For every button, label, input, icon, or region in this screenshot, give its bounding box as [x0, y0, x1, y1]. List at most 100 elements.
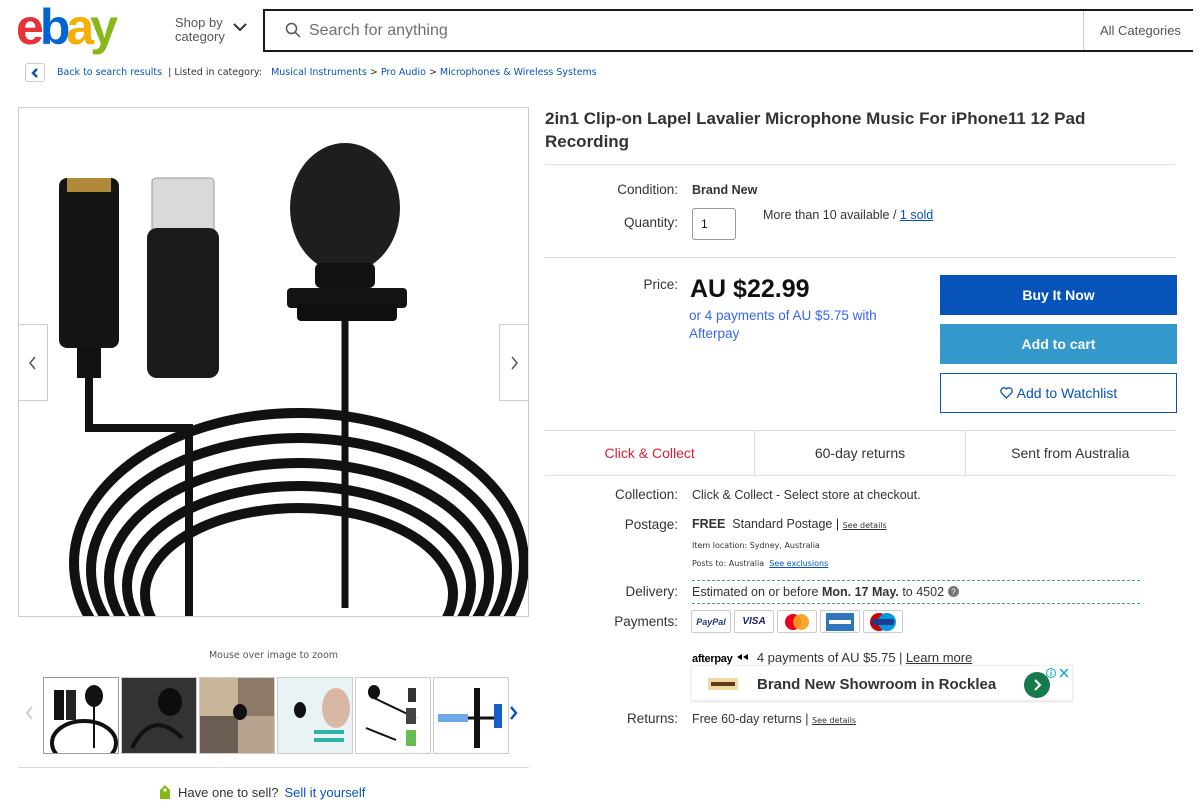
- shop-by-label: Shop by: [175, 15, 223, 30]
- item-title: 2in1 Clip-on Lapel Lavalier Microphone M…: [545, 109, 1086, 151]
- postage-see-details-link[interactable]: See details: [843, 521, 887, 530]
- ad-text: Brand New Showroom in Rocklea: [757, 676, 997, 693]
- zoom-hint: Mouse over image to zoom: [208, 650, 339, 661]
- divider: [692, 603, 1140, 604]
- ebay-logo[interactable]: ebay: [16, 4, 140, 56]
- main-product-image[interactable]: [18, 107, 529, 617]
- sell-prompt: Have one to sell? Sell it yourself: [158, 784, 365, 800]
- microphone-product-image: [59, 143, 528, 616]
- returns-label: Returns:: [626, 711, 678, 726]
- postage-free: FREE: [692, 517, 726, 531]
- divider: [545, 257, 1175, 258]
- thumbnail[interactable]: [199, 677, 275, 754]
- postage-label: Postage:: [624, 517, 678, 532]
- posts-to-text: Posts to: Australia: [692, 559, 765, 568]
- afterpay-logo: afterpay: [692, 653, 733, 665]
- back-to-search-link[interactable]: Back to search results: [57, 67, 162, 78]
- delivery-label: Delivery:: [625, 584, 678, 599]
- postage-type: Standard Postage |: [732, 517, 840, 531]
- paypal-icon: PayPal: [691, 610, 731, 633]
- afterpay-offer[interactable]: or 4 payments of AU $5.75 with Afterpay: [689, 307, 919, 343]
- thumbnail[interactable]: [433, 677, 509, 754]
- collection-label: Collection:: [614, 487, 678, 502]
- ad-close-icon[interactable]: [1059, 668, 1069, 678]
- delivery-suffix: to 4502: [902, 585, 945, 599]
- breadcrumb-microphones[interactable]: Microphones & Wireless Systems: [440, 67, 597, 78]
- thumbnails-next-icon[interactable]: [508, 706, 518, 720]
- collection-value: Click & Collect - Select store at checko…: [692, 488, 921, 502]
- divider: [692, 580, 1140, 581]
- breadcrumb-pro-audio[interactable]: Pro Audio: [381, 67, 426, 78]
- watchlist-label: Add to Watchlist: [1016, 385, 1118, 401]
- divider: [545, 164, 1175, 165]
- learn-more-link[interactable]: Learn more: [906, 650, 972, 665]
- item-price: AU $22.99: [690, 275, 810, 303]
- quantity-input[interactable]: 1: [692, 208, 736, 240]
- ad-banner[interactable]: Brand New Showroom in Rocklea: [691, 665, 1073, 701]
- sell-it-yourself-link[interactable]: Sell it yourself: [284, 785, 365, 800]
- all-categories-select[interactable]: All Categories: [1083, 11, 1200, 50]
- tag-icon: [160, 785, 170, 799]
- search-icon: [285, 22, 301, 38]
- thumbnail[interactable]: [121, 677, 197, 754]
- postage-value: FREE Standard Postage | See details: [692, 517, 887, 531]
- svg-text:ebay: ebay: [16, 4, 118, 55]
- amex-icon: [820, 610, 860, 633]
- item-location: Item location: Sydney, Australia: [692, 541, 820, 550]
- maestro-icon: [863, 610, 903, 633]
- add-to-cart-button[interactable]: Add to cart: [940, 324, 1177, 364]
- feature-click-collect: Click & Collect: [545, 431, 756, 475]
- image-next-button[interactable]: [499, 324, 529, 401]
- thumbnail[interactable]: [355, 677, 431, 754]
- returns-see-details-link[interactable]: See details: [812, 716, 856, 725]
- search-bar: All Categories: [263, 9, 1193, 52]
- feature-bar: Click & Collect 60-day returns Sent from…: [545, 430, 1175, 476]
- breadcrumb-musical-instruments[interactable]: Musical Instruments: [271, 67, 367, 78]
- afterpay-separator: |: [899, 651, 903, 665]
- heart-icon: [999, 387, 1013, 399]
- condition-value: Brand New: [692, 183, 758, 197]
- thumbnail-strip: [43, 677, 509, 754]
- shop-by-category-button[interactable]: Shop by category: [175, 16, 225, 44]
- svg-text:?: ?: [951, 588, 956, 597]
- chevron-left-icon: [29, 356, 36, 369]
- thumbnail[interactable]: [43, 677, 119, 754]
- posts-to: Posts to: Australia See exclusions: [692, 559, 828, 568]
- feature-returns: 60-day returns: [755, 431, 966, 475]
- divider: [18, 767, 529, 768]
- afterpay-arrows-icon: [736, 654, 748, 660]
- help-icon[interactable]: ?: [947, 586, 959, 597]
- condition-label: Condition:: [617, 182, 678, 197]
- returns-value: Free 60-day returns | See details: [692, 712, 856, 726]
- thumbnails-prev-icon[interactable]: [25, 706, 35, 720]
- listed-in-label: | Listed in category:: [168, 67, 262, 78]
- delivery-estimate: Estimated on or before Mon. 17 May. to 4…: [692, 585, 959, 599]
- add-to-watchlist-button[interactable]: Add to Watchlist: [940, 373, 1177, 413]
- breadcrumb-separator: >: [369, 67, 381, 78]
- breadcrumb: Back to search results | Listed in categ…: [57, 67, 597, 78]
- chevron-down-icon[interactable]: [233, 22, 247, 32]
- afterpay-installments: 4 payments of AU $5.75: [756, 650, 896, 665]
- visa-name: VISA: [742, 616, 766, 627]
- thumbnail[interactable]: [277, 677, 353, 754]
- shop-by-category-label: category: [175, 29, 225, 44]
- paypal-name: PayPal: [696, 616, 726, 627]
- buy-it-now-button[interactable]: Buy It Now: [940, 275, 1177, 315]
- back-button[interactable]: [25, 63, 45, 82]
- delivery-prefix: Estimated on or before: [692, 585, 819, 599]
- quantity-label: Quantity:: [623, 215, 678, 230]
- sold-count-link[interactable]: 1 sold: [900, 208, 933, 222]
- returns-text: Free 60-day returns |: [692, 712, 809, 726]
- availability: More than 10 available / 1 sold: [763, 208, 933, 222]
- delivery-date: Mon. 17 May.: [821, 585, 899, 599]
- search-input[interactable]: [309, 17, 1069, 45]
- mastercard-icon: [777, 610, 817, 633]
- visa-icon: VISA: [734, 610, 774, 633]
- ad-info-icon[interactable]: [1046, 668, 1056, 678]
- chevron-left-icon: [31, 67, 38, 78]
- see-exclusions-link[interactable]: See exclusions: [769, 559, 828, 568]
- sell-question: Have one to sell?: [178, 784, 279, 800]
- afterpay-info: afterpay 4 payments of AU $5.75 | Learn …: [692, 650, 972, 665]
- image-prev-button[interactable]: [18, 324, 48, 401]
- availability-text: More than 10 available /: [763, 208, 897, 222]
